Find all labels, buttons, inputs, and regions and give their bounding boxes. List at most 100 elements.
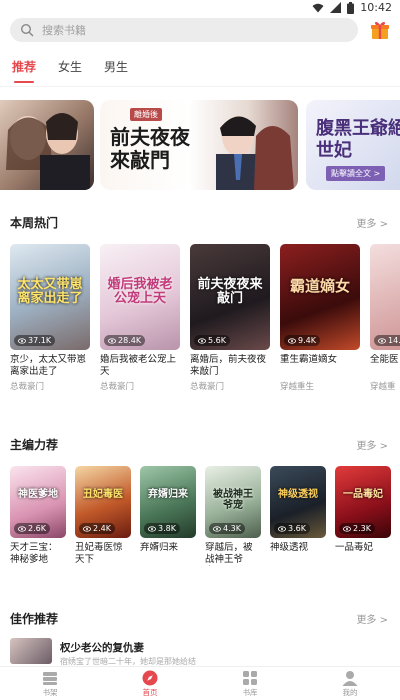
book-genre: 总裁豪门 bbox=[190, 382, 225, 392]
bookshelf-icon bbox=[43, 672, 57, 685]
book-card[interactable]: 14.2 全能医 穿越重 bbox=[370, 244, 400, 392]
nav-label: 我的 bbox=[342, 688, 358, 697]
book-name: 一品毒妃 bbox=[335, 542, 374, 553]
featured-book-cover[interactable] bbox=[10, 638, 52, 664]
search-input[interactable]: 搜索书籍 bbox=[10, 18, 358, 42]
book-name: 弃婿归来 bbox=[140, 542, 179, 553]
eye-icon bbox=[108, 337, 116, 344]
section-title-weekly: 本周热门 bbox=[10, 216, 59, 230]
book-genre: 总裁豪门 bbox=[100, 382, 135, 392]
book-card[interactable]: 丑妃毒医 2.4K 丑妃毒医惊天下 bbox=[75, 466, 131, 566]
view-count-value: 3.8K bbox=[158, 524, 176, 533]
view-count-value: 9.4K bbox=[298, 336, 316, 345]
eye-icon bbox=[378, 337, 386, 344]
tab-male[interactable]: 男生 bbox=[104, 58, 128, 81]
nav-profile[interactable]: 我的 bbox=[320, 670, 380, 698]
status-icons: 10:42 bbox=[312, 1, 392, 14]
banner-3-subtitle: 點擊讀全文 > bbox=[326, 166, 386, 181]
view-count-value: 4.3K bbox=[223, 524, 241, 533]
book-genre: 穿越重 bbox=[370, 382, 396, 392]
book-card[interactable]: 神医爹地 2.6K 天才三宝：神秘爹地是... bbox=[10, 466, 66, 566]
profile-icon bbox=[342, 671, 358, 686]
book-cover: 丑妃毒医 2.4K bbox=[75, 466, 131, 538]
cover-title: 弃婿归来 bbox=[148, 489, 188, 501]
cover-title: 前夫夜夜来敲门 bbox=[197, 276, 263, 307]
nav-label: 首页 bbox=[142, 688, 158, 697]
book-card[interactable]: 婚后我被老公宠上天 28.4K 婚后我被老公宠上天 总裁豪门 bbox=[100, 244, 180, 392]
view-count: 28.4K bbox=[104, 335, 146, 346]
more-link-weekly[interactable]: 更多 > bbox=[356, 215, 388, 230]
view-count: 5.6K bbox=[194, 335, 230, 346]
book-card[interactable]: 弃婿归来 3.8K 弃婿归来 bbox=[140, 466, 196, 566]
view-count: 2.6K bbox=[14, 523, 50, 534]
more-link-editor[interactable]: 更多 > bbox=[356, 437, 388, 452]
book-cover: 神医爹地 2.6K bbox=[10, 466, 66, 538]
view-count: 2.3K bbox=[339, 523, 375, 534]
cover-title: 被战神王爷宠 bbox=[213, 489, 253, 512]
library-icon bbox=[243, 671, 257, 685]
view-count-value: 2.6K bbox=[28, 524, 46, 533]
nav-label: 书库 bbox=[242, 688, 258, 697]
view-count-value: 28.4K bbox=[118, 336, 142, 345]
cover-title: 一品毒妃 bbox=[343, 489, 383, 501]
banner-2[interactable]: 離婚後 前夫夜夜來敲門 bbox=[100, 100, 298, 190]
signal-icon bbox=[330, 2, 342, 13]
cover-title: 太太又带崽离家出走了 bbox=[17, 276, 83, 307]
book-card[interactable]: 一品毒妃 2.3K 一品毒妃 bbox=[335, 466, 391, 566]
eye-icon bbox=[288, 337, 296, 344]
book-cover: 婚后我被老公宠上天 28.4K bbox=[100, 244, 180, 350]
banner-3-title: 腹黑王爺絕世妃 bbox=[316, 118, 400, 161]
nav-home[interactable]: 首页 bbox=[120, 670, 180, 698]
wifi-icon bbox=[312, 3, 324, 12]
view-count-value: 5.6K bbox=[208, 336, 226, 345]
more-link-featured[interactable]: 更多 > bbox=[356, 611, 388, 626]
eye-icon bbox=[198, 337, 206, 344]
book-cover: 霸道嫡女 9.4K bbox=[280, 244, 360, 350]
eye-icon bbox=[278, 525, 286, 532]
nav-bookshelf[interactable]: 书架 bbox=[20, 670, 80, 698]
tabs-divider bbox=[0, 86, 400, 87]
view-count: 37.1K bbox=[14, 335, 56, 346]
view-count: 4.3K bbox=[209, 523, 245, 534]
book-cover: 太太又带崽离家出走了 37.1K bbox=[10, 244, 90, 350]
featured-book-name[interactable]: 权少老公的复仇妻 bbox=[60, 640, 144, 655]
view-count-value: 37.1K bbox=[28, 336, 52, 345]
gift-icon[interactable] bbox=[370, 20, 390, 40]
eye-icon bbox=[213, 525, 221, 532]
section-title-editor: 主编力荐 bbox=[10, 438, 59, 452]
tab-female[interactable]: 女生 bbox=[58, 58, 82, 81]
view-count-value: 14.2 bbox=[388, 336, 400, 345]
search-placeholder: 搜索书籍 bbox=[42, 24, 86, 37]
eye-icon bbox=[148, 525, 156, 532]
section-title-featured: 佳作推荐 bbox=[10, 612, 59, 626]
book-card[interactable]: 太太又带崽离家出走了 37.1K 京少，太太又带崽离家出走了 总裁豪门 bbox=[10, 244, 90, 392]
banner-1[interactable] bbox=[0, 100, 94, 190]
banner-1-art bbox=[6, 113, 90, 190]
book-name: 丑妃毒医惊天下 bbox=[75, 542, 123, 565]
cover-title: 神医爹地 bbox=[18, 489, 58, 501]
banner-3[interactable]: 腹黑王爺絕世妃 點擊讀全文 > bbox=[306, 100, 400, 190]
book-card[interactable]: 被战神王爷宠 4.3K 穿越后，被战神王爷宠... bbox=[205, 466, 261, 566]
nav-label: 书架 bbox=[42, 688, 58, 697]
cover-title: 婚后我被老公宠上天 bbox=[107, 276, 173, 307]
book-cover: 神级透视 3.6K bbox=[270, 466, 326, 538]
book-name: 神级透视 bbox=[270, 542, 309, 553]
view-count: 3.8K bbox=[144, 523, 180, 534]
tab-recommend[interactable]: 推荐 bbox=[12, 58, 36, 83]
book-card[interactable]: 霸道嫡女 9.4K 重生霸道嫡女 穿越重生 bbox=[280, 244, 360, 392]
view-count: 9.4K bbox=[284, 335, 320, 346]
banner-2-title: 前夫夜夜來敲門 bbox=[110, 125, 190, 172]
eye-icon bbox=[18, 525, 26, 532]
book-name: 全能医 bbox=[370, 354, 399, 365]
book-card[interactable]: 神级透视 3.6K 神级透视 bbox=[270, 466, 326, 566]
nav-library[interactable]: 书库 bbox=[220, 670, 280, 698]
book-genre: 总裁豪门 bbox=[10, 382, 45, 392]
eye-icon bbox=[18, 337, 26, 344]
view-count-value: 3.6K bbox=[288, 524, 306, 533]
book-card[interactable]: 前夫夜夜来敲门 5.6K 离婚后，前夫夜夜来敲门 总裁豪门 bbox=[190, 244, 270, 392]
status-bar: 10:42 bbox=[0, 0, 400, 14]
book-name: 穿越后，被战神王爷宠... bbox=[205, 542, 253, 565]
banner-2-tag: 離婚後 bbox=[130, 108, 162, 121]
book-name: 京少，太太又带崽离家出走了 bbox=[10, 354, 87, 377]
view-count-value: 2.4K bbox=[93, 524, 111, 533]
